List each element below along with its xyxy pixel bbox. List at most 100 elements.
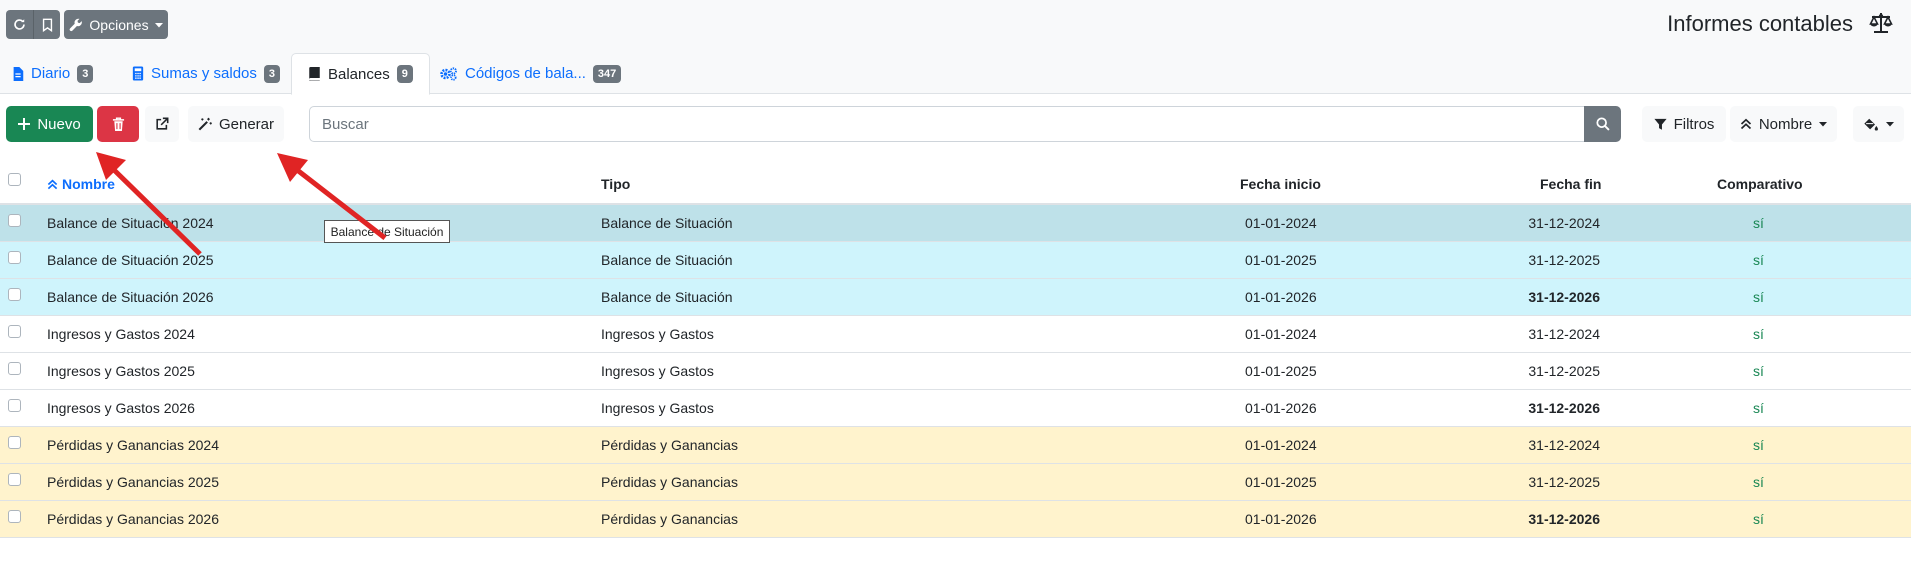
plus-icon xyxy=(18,118,31,130)
page-title: Informes contables xyxy=(1667,11,1853,36)
row-comparativo-cell: sí xyxy=(1753,474,1764,490)
row-checkbox[interactable] xyxy=(8,473,21,486)
row-checkbox[interactable] xyxy=(8,288,21,301)
tab-codigos-de-balance[interactable]: Códigos de bala... 347 xyxy=(440,53,622,94)
row-fecha-fin-cell: 31-12-2026 xyxy=(1528,511,1600,527)
open-external-button[interactable] xyxy=(145,106,179,142)
column-header-fecha-inicio[interactable]: Fecha inicio xyxy=(1240,176,1321,192)
search-button[interactable] xyxy=(1584,106,1621,142)
row-tipo-cell: Pérdidas y Ganancias xyxy=(601,511,738,527)
row-fecha-inicio-cell: 01-01-2025 xyxy=(1245,363,1317,379)
column-header-comparativo[interactable]: Comparativo xyxy=(1717,176,1803,192)
row-name-cell: Pérdidas y Ganancias 2024 xyxy=(47,437,219,453)
row-checkbox[interactable] xyxy=(8,510,21,523)
top-bar: Opciones Informes contables xyxy=(0,0,1911,53)
row-comparativo-cell: sí xyxy=(1753,326,1764,342)
row-fecha-inicio-cell: 01-01-2024 xyxy=(1245,215,1317,231)
table-row[interactable]: Ingresos y Gastos 2025 Ingresos y Gastos 0… xyxy=(0,353,1911,390)
row-name-cell: Balance de Situación 2025 xyxy=(47,252,214,268)
table-row[interactable]: Pérdidas y Ganancias 2026 Pérdidas y Gana… xyxy=(0,501,1911,538)
bookmark-icon xyxy=(42,18,52,32)
row-tipo-cell: Balance de Situación xyxy=(601,289,733,305)
row-name-cell: Ingresos y Gastos 2024 xyxy=(47,326,195,342)
row-name-cell: Pérdidas y Ganancias 2026 xyxy=(47,511,219,527)
row-tipo-cell: Pérdidas y Ganancias xyxy=(601,437,738,453)
tooltip: Balance de Situación xyxy=(324,220,450,243)
row-fecha-inicio-cell: 01-01-2026 xyxy=(1245,289,1317,305)
row-name-cell: Balance de Situación 2024 xyxy=(47,215,214,231)
annotation-arrowhead xyxy=(277,153,308,182)
row-checkbox[interactable] xyxy=(8,362,21,375)
row-tipo-cell: Ingresos y Gastos xyxy=(601,400,714,416)
tab-label: Códigos de bala... xyxy=(465,65,586,82)
table-row[interactable]: Pérdidas y Ganancias 2024 Pérdidas y Gana… xyxy=(0,427,1911,464)
row-name-cell: Ingresos y Gastos 2025 xyxy=(47,363,195,379)
tab-label: Diario xyxy=(31,65,71,82)
delete-button[interactable] xyxy=(97,106,139,142)
sort-dropdown-button[interactable]: Nombre xyxy=(1730,106,1837,142)
table-row[interactable]: Pérdidas y Ganancias 2025 Pérdidas y Gana… xyxy=(0,464,1911,501)
column-header-label: Nombre xyxy=(62,176,115,192)
column-header-fecha-fin[interactable]: Fecha fin xyxy=(1540,176,1601,192)
row-fecha-fin-cell: 31-12-2026 xyxy=(1528,400,1600,416)
column-header-tipo[interactable]: Tipo xyxy=(601,176,630,192)
table-row[interactable]: Balance de Situación 2026 Balance de Situ… xyxy=(0,279,1911,316)
table-row[interactable]: Balance de Situación 2024 Balance de Situ… xyxy=(0,205,1911,242)
filters-label: Filtros xyxy=(1673,115,1715,133)
caret-down-icon xyxy=(1819,122,1828,127)
row-fecha-fin-cell: 31-12-2024 xyxy=(1528,215,1600,231)
row-comparativo-cell: sí xyxy=(1753,363,1764,379)
row-checkbox[interactable] xyxy=(8,214,21,227)
table-row[interactable]: Ingresos y Gastos 2024 Ingresos y Gastos 0… xyxy=(0,316,1911,353)
scale-balance-icon xyxy=(1869,13,1893,33)
row-checkbox[interactable] xyxy=(8,251,21,264)
row-fecha-inicio-cell: 01-01-2026 xyxy=(1245,511,1317,527)
tab-diario[interactable]: Diario 3 xyxy=(12,53,94,94)
column-header-nombre[interactable]: Nombre xyxy=(47,176,115,192)
tab-count-badge: 3 xyxy=(77,64,94,83)
color-dropdown-button[interactable] xyxy=(1853,106,1904,142)
row-fecha-fin-cell: 31-12-2026 xyxy=(1528,289,1600,305)
row-fecha-inicio-cell: 01-01-2026 xyxy=(1245,400,1317,416)
tab-count-badge: 3 xyxy=(263,64,281,83)
book-icon xyxy=(309,67,320,81)
row-checkbox[interactable] xyxy=(8,436,21,449)
search-input[interactable] xyxy=(309,106,1585,142)
paint-bucket-icon xyxy=(1864,118,1878,131)
magic-wand-icon xyxy=(198,117,212,131)
new-button-label: Nuevo xyxy=(37,115,81,133)
row-fecha-fin-cell: 31-12-2025 xyxy=(1528,363,1600,379)
table-row[interactable]: Ingresos y Gastos 2026 Ingresos y Gastos 0… xyxy=(0,390,1911,427)
row-checkbox[interactable] xyxy=(8,399,21,412)
row-tipo-cell: Balance de Situación xyxy=(601,215,733,231)
row-comparativo-cell: sí xyxy=(1753,400,1764,416)
row-comparativo-cell: sí xyxy=(1753,215,1764,231)
generate-button-label: Generar xyxy=(218,115,275,133)
new-button[interactable]: Nuevo xyxy=(6,106,93,142)
reload-button[interactable] xyxy=(6,10,33,39)
bookmark-button[interactable] xyxy=(33,10,60,39)
sort-label: Nombre xyxy=(1758,115,1813,133)
tab-balances[interactable]: Balances 9 xyxy=(291,53,430,95)
row-comparativo-cell: sí xyxy=(1753,252,1764,268)
row-checkbox[interactable] xyxy=(8,325,21,338)
tab-count-badge: 347 xyxy=(592,64,622,83)
filters-button[interactable]: Filtros xyxy=(1642,106,1726,142)
file-icon xyxy=(13,66,24,81)
row-name-cell: Pérdidas y Ganancias 2025 xyxy=(47,474,219,490)
generate-button[interactable]: Generar xyxy=(188,106,284,142)
row-fecha-fin-cell: 31-12-2025 xyxy=(1528,474,1600,490)
row-tipo-cell: Balance de Situación xyxy=(601,252,733,268)
row-fecha-inicio-cell: 01-01-2024 xyxy=(1245,326,1317,342)
row-name-cell: Balance de Situación 2026 xyxy=(47,289,214,305)
trash-icon xyxy=(112,116,124,131)
table-row[interactable]: Balance de Situación 2025 Balance de Situ… xyxy=(0,242,1911,279)
options-dropdown-button[interactable]: Opciones xyxy=(64,10,168,39)
row-comparativo-cell: sí xyxy=(1753,289,1764,305)
tab-sumas-y-saldos[interactable]: Sumas y saldos 3 xyxy=(132,53,281,94)
wrench-icon xyxy=(70,18,83,31)
select-all-checkbox[interactable] xyxy=(8,173,21,186)
reload-icon xyxy=(14,19,25,30)
row-fecha-fin-cell: 31-12-2024 xyxy=(1528,437,1600,453)
row-comparativo-cell: sí xyxy=(1753,437,1764,453)
